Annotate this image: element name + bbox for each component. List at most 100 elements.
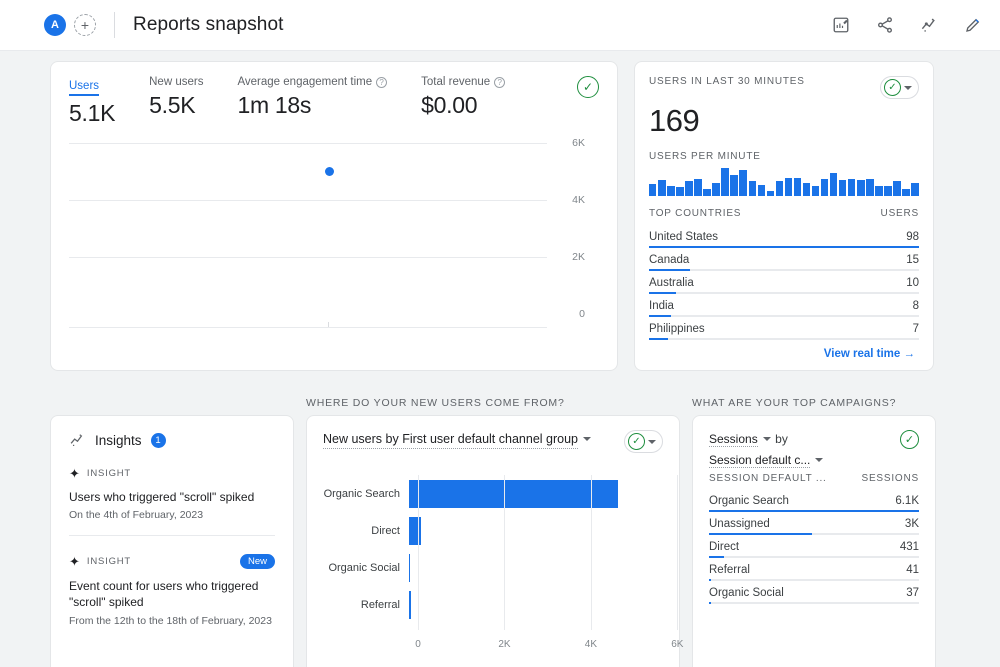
metric-new-users-value: 5.5K [149,92,196,118]
bar[interactable] [721,168,729,196]
channels-card: New users by First user default channel … [306,415,683,667]
table-row[interactable]: Referral 41 [709,558,919,581]
metric-engagement-time-value: 1m 18s [237,92,312,118]
bar[interactable] [793,177,802,196]
analysis-icon[interactable] [918,14,940,36]
data-point[interactable] [325,167,334,176]
metric-new-users[interactable]: New users 5.5K [149,76,203,119]
bar-label: Organic Search [323,487,400,500]
bar[interactable] [766,191,775,196]
bar[interactable] [784,177,793,196]
country-users: 10 [906,277,919,289]
chevron-down-icon[interactable] [762,436,771,441]
campaign-sessions: 37 [906,587,919,599]
country-name: Canada [649,254,690,266]
bar[interactable] [649,183,657,196]
metric-total-revenue[interactable]: Total revenue ? $0.00 [421,76,506,119]
bar[interactable] [875,186,883,196]
bar[interactable] [893,181,901,196]
y-tick-label: 4K [572,194,585,206]
campaigns-card: Sessions by Session default c... ✓ Sessi… [692,415,936,667]
table-row[interactable]: United States 98 [649,225,919,248]
view-real-time-link[interactable]: View real time → [649,340,919,362]
help-icon[interactable]: ? [376,76,388,88]
bar[interactable] [775,181,784,196]
top-bar: A + Reports snapshot [0,0,1000,51]
bar[interactable] [811,186,820,196]
share-icon[interactable] [874,14,896,36]
bar[interactable] [730,175,738,196]
bar[interactable] [902,188,910,196]
bar[interactable] [658,180,666,196]
realtime-quality-dropdown[interactable]: ✓ [880,76,919,99]
campaigns-dimension-select[interactable]: Session default c... [709,453,811,468]
sparkle-icon: ✦ [69,466,80,481]
users-per-minute-chart [649,168,919,196]
account-group: A + [44,14,96,36]
metric-total-revenue-value: $0.00 [421,92,478,118]
table-row[interactable]: Australia 10 [649,271,919,294]
help-icon[interactable]: ? [494,76,506,88]
channels-quality-dropdown[interactable]: ✓ [624,430,663,453]
bar[interactable] [866,178,874,196]
add-account-button[interactable]: + [74,14,96,36]
overview-card: Users 5.1K New users 5.5K Average engage… [50,61,618,371]
bar[interactable] [802,182,811,196]
bar[interactable] [884,186,892,196]
campaigns-quality-check-icon[interactable]: ✓ [900,430,919,449]
table-row[interactable]: Organic Social 37 [709,581,919,604]
metric-users[interactable]: Users 5.1K [69,76,115,127]
metric-engagement-time[interactable]: Average engagement time ? 1m 18s [237,76,388,119]
bar[interactable] [409,590,411,619]
bar[interactable] [848,178,856,196]
insight-item[interactable]: ✦ Insight New Event count for users who … [69,535,275,627]
bar[interactable] [748,181,756,196]
table-row[interactable]: Organic Search 6.1K [709,489,919,512]
bar[interactable] [703,188,711,196]
channels-chart: Organic Search Direct Organic Social Referr… [323,475,683,650]
bar[interactable] [409,553,411,582]
bar[interactable] [694,178,702,196]
insight-item[interactable]: ✦ Insight Users who triggered "scroll" s… [69,449,275,521]
bar[interactable] [676,187,684,196]
table-row[interactable]: Direct 431 [709,535,919,558]
data-quality-check-icon[interactable]: ✓ [577,76,599,98]
chevron-down-icon [904,85,912,90]
bar[interactable] [409,516,422,545]
bar[interactable] [857,180,865,196]
bar[interactable] [838,180,847,196]
campaign-name: Unassigned [709,518,770,530]
bar[interactable] [820,178,829,196]
campaign-sessions: 41 [906,564,919,576]
bar-fill [649,338,668,340]
table-row[interactable]: Philippines 7 [649,317,919,340]
country-users: 8 [912,300,919,312]
bar[interactable] [409,479,618,508]
bar[interactable] [757,185,766,196]
table-row[interactable]: India 8 [649,294,919,317]
bar[interactable] [667,186,675,196]
realtime-card: Users in last 30 minutes ✓ 169 Users per… [634,61,934,371]
x-tick-label: 4K [584,639,598,650]
campaign-name: Direct [709,541,740,553]
insights-report-icon[interactable] [830,14,852,36]
campaigns-metric-select[interactable]: Sessions [709,432,758,447]
realtime-title: Users in last 30 minutes [649,76,805,87]
avatar[interactable]: A [44,14,66,36]
bar-label: Referral [360,598,400,611]
bar[interactable] [685,181,693,196]
table-row[interactable]: Unassigned 3K [709,512,919,535]
metrics-row: Users 5.1K New users 5.5K Average engage… [69,76,599,127]
edit-icon[interactable] [962,14,984,36]
bar[interactable] [712,182,720,196]
channels-title[interactable]: New users by First user default channel … [323,432,578,449]
chevron-down-icon[interactable] [815,457,824,462]
table-row[interactable]: Canada 15 [649,248,919,271]
chevron-down-icon[interactable] [583,436,591,441]
bar[interactable] [911,182,919,196]
bar-row: Direct [323,512,663,549]
gridline [677,475,679,630]
bar[interactable] [829,172,838,196]
analysis-icon [70,434,83,447]
bar[interactable] [739,170,747,196]
